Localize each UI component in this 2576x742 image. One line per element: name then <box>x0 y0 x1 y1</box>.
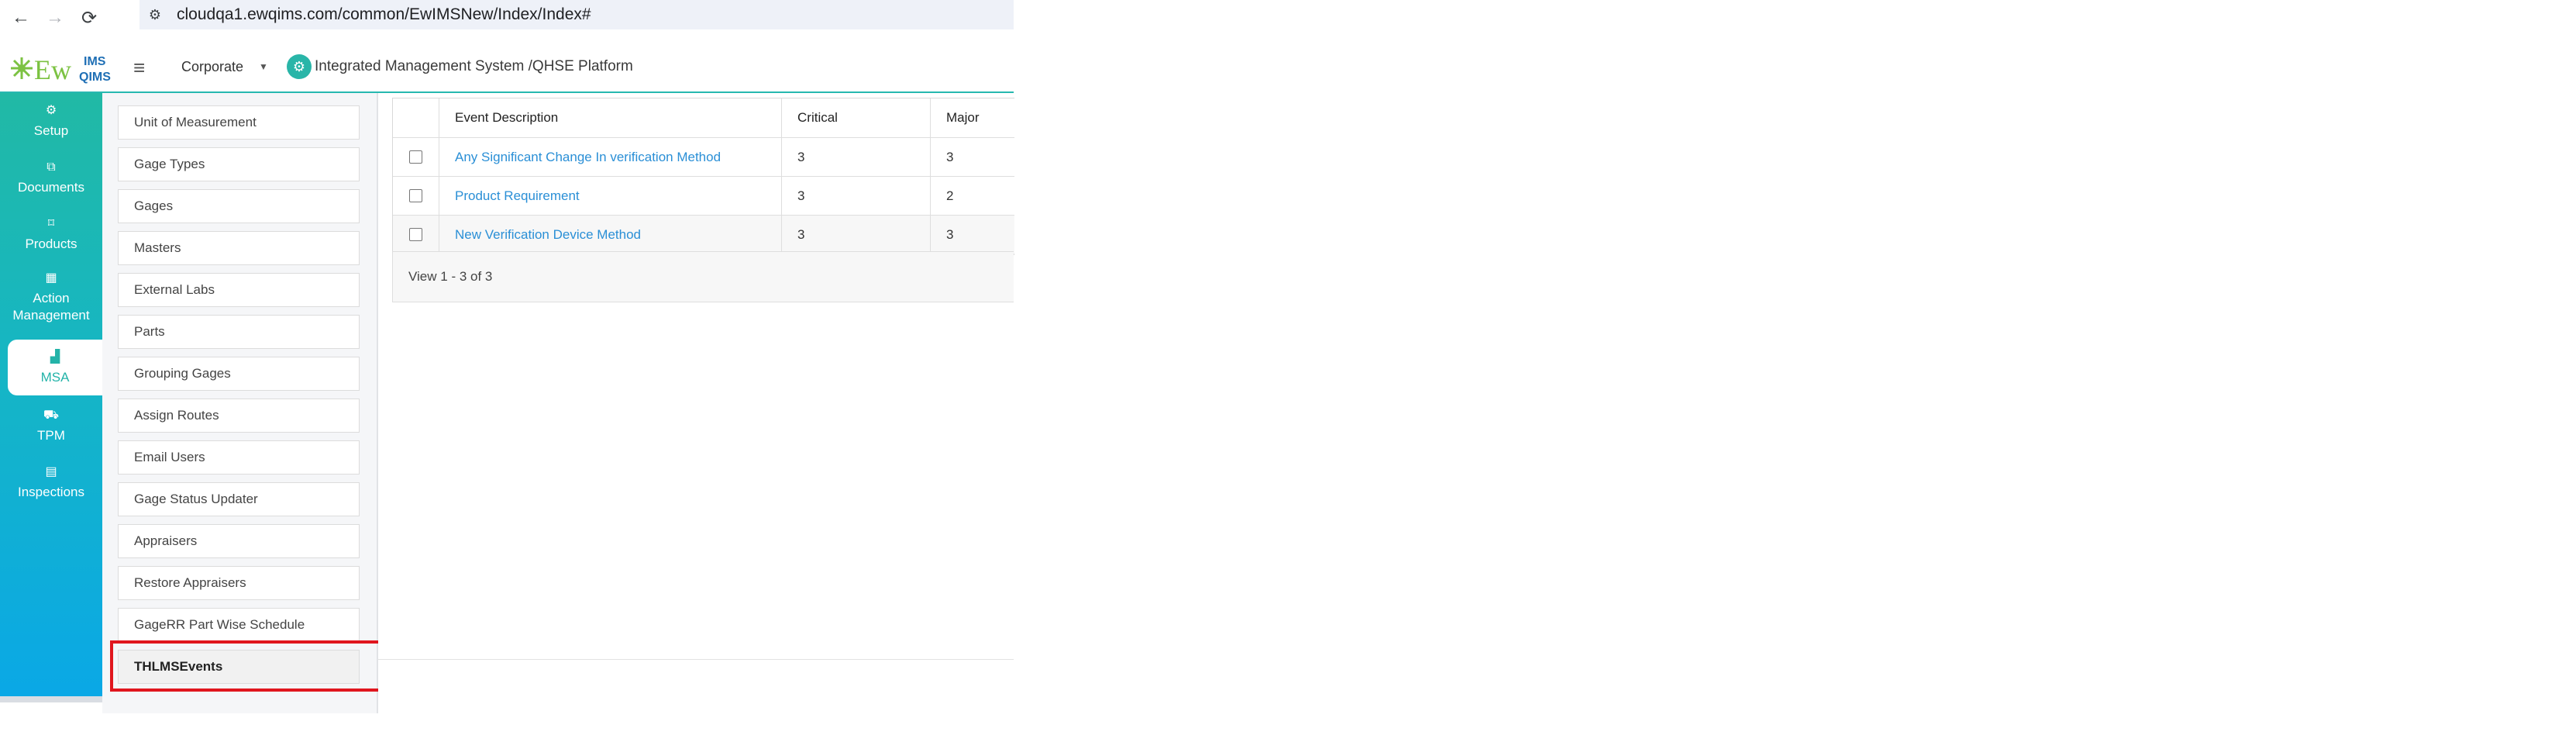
module-inspections[interactable]: ▤ Inspections <box>0 454 102 510</box>
submenu-external-labs[interactable]: External Labs <box>118 273 360 307</box>
column-header-event-description[interactable]: Event Description <box>439 98 782 137</box>
svg-text:IMS: IMS <box>84 55 106 68</box>
module-setup[interactable]: ⚙ Setup <box>0 93 102 149</box>
row-checkbox[interactable] <box>409 228 422 241</box>
table-row: New Verification Device Method 3 3 <box>393 216 1014 254</box>
module-label: MSA <box>40 370 70 385</box>
module-msa[interactable]: ▟ MSA <box>8 340 102 395</box>
event-link[interactable]: New Verification Device Method <box>455 227 641 243</box>
submenu-parts[interactable]: Parts <box>118 315 360 349</box>
chart-icon: ▟ <box>50 350 60 364</box>
module-products[interactable]: ⌑ Products <box>0 206 102 262</box>
gear-icon: ⚙ <box>45 104 57 117</box>
header-select-cell <box>393 98 439 137</box>
module-tpm[interactable]: ⛟ TPM <box>0 398 102 454</box>
selection-highlight <box>110 640 391 692</box>
app-header: Ew IMS QIMS ≡ Corporate ▼ ⚙ Integrated M… <box>0 45 1014 94</box>
module-label: Setup <box>33 123 69 138</box>
company-select-value: Corporate <box>181 58 244 74</box>
platform-icon: ⚙ <box>287 54 312 79</box>
major-cell: 3 <box>946 226 954 242</box>
documents-icon: ⧉ <box>46 160 56 174</box>
submenu-masters[interactable]: Masters <box>118 231 360 265</box>
address-bar[interactable]: ⚙ cloudqa1.ewqims.com/common/EwIMSNew/In… <box>139 0 1014 29</box>
company-select[interactable]: Corporate ▼ <box>174 51 274 82</box>
divider <box>378 659 1014 660</box>
events-table: Event Description Critical Major Any Sig… <box>392 98 1014 255</box>
critical-cell: 3 <box>782 177 931 215</box>
submenu-email-users[interactable]: Email Users <box>118 440 360 475</box>
submenu-assign-routes[interactable]: Assign Routes <box>118 399 360 433</box>
pager-info: View 1 - 3 of 3 <box>392 251 1014 302</box>
event-link[interactable]: Any Significant Change In verification M… <box>455 150 721 165</box>
module-label: Documents <box>18 180 84 195</box>
module-label: Products <box>25 236 77 251</box>
url-text: cloudqa1.ewqims.com/common/EwIMSNew/Inde… <box>177 5 591 23</box>
browser-toolbar: ← → ⟳ ⚙ cloudqa1.ewqims.com/common/EwIMS… <box>0 0 1014 36</box>
row-checkbox[interactable] <box>409 189 422 202</box>
svg-text:QIMS: QIMS <box>79 71 111 84</box>
submenu-gage-types[interactable]: Gage Types <box>118 147 360 181</box>
horizontal-scrollbar[interactable] <box>0 696 116 702</box>
platform-title: Integrated Management System /QHSE Platf… <box>315 58 633 74</box>
submenu-gagerr-part-wise-schedule[interactable]: GageRR Part Wise Schedule <box>118 608 360 642</box>
chevron-down-icon: ▼ <box>259 61 268 72</box>
submenu-gage-status-updater[interactable]: Gage Status Updater <box>118 482 360 516</box>
module-label: Action Management <box>12 291 90 323</box>
module-action-management[interactable]: ▦ Action Management <box>0 265 102 329</box>
major-cell: 3 <box>946 149 954 164</box>
critical-cell: 3 <box>782 138 931 176</box>
msa-submenu: Unit of Measurement Gage Types Gages Mas… <box>102 93 378 713</box>
module-sidebar: ⚙ Setup ⧉ Documents ⌑ Products ▦ Action … <box>0 93 102 696</box>
menu-toggle-icon[interactable]: ≡ <box>133 56 145 80</box>
column-header-critical[interactable]: Critical <box>782 98 931 137</box>
main-content: Event Description Critical Major Any Sig… <box>378 93 1014 698</box>
submenu-restore-appraisers[interactable]: Restore Appraisers <box>118 566 360 600</box>
inspections-icon: ▤ <box>45 465 57 478</box>
forward-icon[interactable]: → <box>42 5 68 31</box>
site-settings-icon[interactable]: ⚙ <box>139 7 170 23</box>
svg-text:Ew: Ew <box>34 54 71 85</box>
table-row: Product Requirement 3 2 <box>393 177 1014 216</box>
critical-cell: 3 <box>782 216 931 254</box>
table-header: Event Description Critical Major <box>393 98 1014 138</box>
action-icon: ▦ <box>45 271 57 285</box>
submenu-gages[interactable]: Gages <box>118 189 360 223</box>
row-checkbox[interactable] <box>409 150 422 164</box>
tpm-icon: ⛟ <box>43 409 60 422</box>
event-link[interactable]: Product Requirement <box>455 188 580 204</box>
table-row: Any Significant Change In verification M… <box>393 138 1014 177</box>
submenu-grouping-gages[interactable]: Grouping Gages <box>118 357 360 391</box>
module-label: TPM <box>37 428 65 443</box>
back-icon[interactable]: ← <box>8 5 34 31</box>
ewqims-logo: Ew IMS QIMS <box>11 54 111 85</box>
reload-icon[interactable]: ⟳ <box>76 5 102 31</box>
module-documents[interactable]: ⧉ Documents <box>0 150 102 205</box>
column-header-major[interactable]: Major <box>931 98 1014 137</box>
products-icon: ⌑ <box>47 217 55 230</box>
module-label: Inspections <box>18 485 84 499</box>
submenu-appraisers[interactable]: Appraisers <box>118 524 360 558</box>
major-cell: 2 <box>946 188 954 203</box>
submenu-unit-of-measurement[interactable]: Unit of Measurement <box>118 105 360 140</box>
